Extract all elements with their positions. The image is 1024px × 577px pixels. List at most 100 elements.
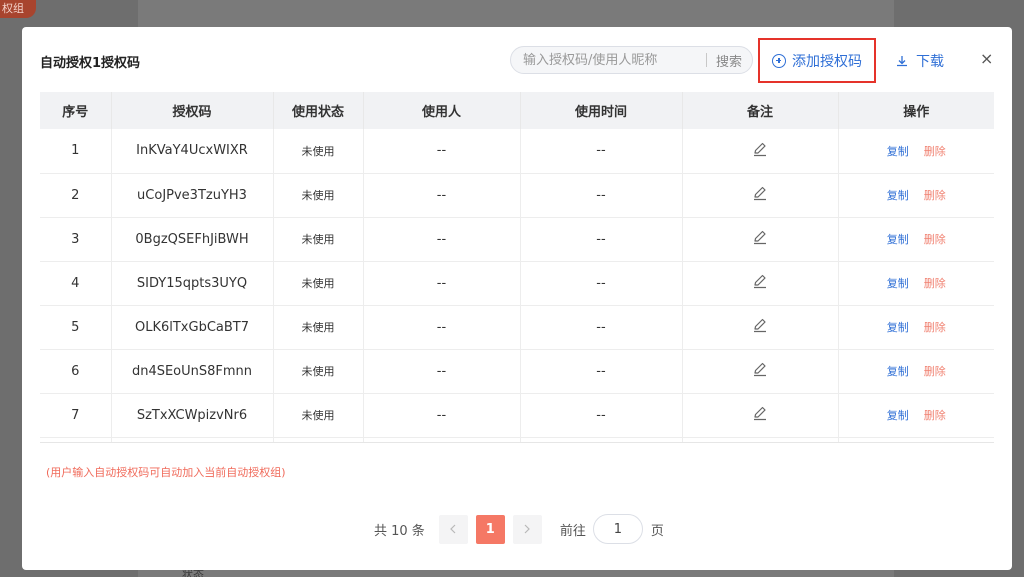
copy-button[interactable]: 复制 (887, 321, 909, 334)
table-row: 7 SzTxXCWpizvNr6 未使用 -- -- 复制 删除 (40, 393, 994, 438)
goto-label: 前往 (559, 523, 586, 539)
cell-code: 0BgzQSEFhJiBWH (111, 217, 274, 262)
page-number-current[interactable]: 1 (475, 514, 505, 544)
search-box: 搜索 (510, 46, 753, 74)
download-icon (897, 56, 907, 67)
copy-button[interactable]: 复制 (887, 233, 909, 246)
add-auth-code-label: 添加授权码 (792, 53, 862, 70)
delete-button[interactable]: 删除 (924, 233, 946, 246)
cell-actions: 复制 删除 (838, 129, 994, 174)
cell-status: 未使用 (273, 173, 364, 218)
cell-actions: 复制 删除 (838, 305, 994, 350)
cell-time: -- (520, 173, 683, 218)
table-row: 6 dn4SEoUnS8Fmnn 未使用 -- -- 复制 删除 (40, 349, 994, 394)
table-row: 5 OLK6lTxGbCaBT7 未使用 -- -- 复制 删除 (40, 305, 994, 350)
cell-status: 未使用 (273, 217, 364, 262)
auth-code-table: 序号 授权码 使用状态 使用人 使用时间 备注 操作 1 InKVaY4UcxWI… (40, 92, 994, 443)
plus-circle-icon (772, 53, 786, 68)
add-auth-code-button[interactable]: 添加授权码 (758, 38, 876, 83)
cell-user: -- (363, 261, 521, 306)
cell-index: 6 (40, 349, 112, 394)
cell-actions: 复制 删除 (838, 393, 994, 438)
table-row: 1 InKVaY4UcxWIXR 未使用 -- -- 复制 删除 (40, 129, 994, 174)
cell-actions: 复制 删除 (838, 349, 994, 394)
cell-code: uCoJPve3TzuYH3 (111, 173, 274, 218)
copy-button[interactable]: 复制 (887, 145, 909, 158)
column-header-actions: 操作 (838, 92, 994, 129)
cell-code: SzTxXCWpizvNr6 (111, 393, 274, 438)
column-header-index: 序号 (40, 92, 112, 129)
cell-index: 1 (40, 129, 112, 174)
delete-button[interactable]: 删除 (924, 189, 946, 202)
delete-button[interactable]: 删除 (924, 321, 946, 334)
cell-code: InKVaY4UcxWIXR (111, 129, 274, 174)
column-header-status: 使用状态 (273, 92, 364, 129)
cell-remark (682, 393, 839, 438)
edit-icon[interactable] (752, 273, 768, 293)
search-input[interactable] (511, 47, 706, 73)
cell-status: 未使用 (273, 393, 364, 438)
table-header-row: 序号 授权码 使用状态 使用人 使用时间 备注 操作 (40, 92, 994, 129)
cell-user: -- (363, 393, 521, 438)
table-row: 3 0BgzQSEFhJiBWH 未使用 -- -- 复制 删除 (40, 217, 994, 262)
cell-time: -- (520, 393, 683, 438)
chevron-left-icon (450, 524, 456, 534)
cell-status: 未使用 (273, 349, 364, 394)
download-button[interactable]: 下载 (896, 51, 944, 71)
column-header-remark: 备注 (682, 92, 839, 129)
cell-code: dn4SEoUnS8Fmnn (111, 349, 274, 394)
edit-icon[interactable] (752, 229, 768, 249)
hint-text: (用户输入自动授权码可自动加入当前自动授权组) (46, 466, 286, 479)
copy-button[interactable]: 复制 (887, 365, 909, 378)
next-page-button[interactable] (512, 514, 542, 544)
cell-remark (682, 217, 839, 262)
delete-button[interactable]: 删除 (924, 277, 946, 290)
search-button[interactable]: 搜索 (707, 51, 752, 70)
total-count: 共 10 条 (374, 523, 425, 539)
edit-icon[interactable] (752, 141, 768, 161)
cell-index: 2 (40, 173, 112, 218)
edit-icon[interactable] (752, 361, 768, 381)
delete-button[interactable]: 删除 (924, 409, 946, 422)
cell-index: 4 (40, 261, 112, 306)
cell-actions: 复制 删除 (838, 217, 994, 262)
cell-time: -- (520, 129, 683, 174)
cell-code: OLK6lTxGbCaBT7 (111, 305, 274, 350)
copy-button[interactable]: 复制 (887, 409, 909, 422)
download-label: 下载 (916, 54, 944, 70)
cell-remark (682, 349, 839, 394)
cell-remark (682, 261, 839, 306)
prev-page-button[interactable] (438, 514, 468, 544)
cell-actions: 复制 删除 (838, 173, 994, 218)
cell-user: -- (363, 129, 521, 174)
cell-code: SIDY15qpts3UYQ (111, 261, 274, 306)
delete-button[interactable]: 删除 (924, 145, 946, 158)
cell-user: -- (363, 173, 521, 218)
cell-user: -- (363, 305, 521, 350)
chevron-right-icon (524, 524, 531, 534)
cell-status: 未使用 (273, 261, 364, 306)
cell-time: -- (520, 349, 683, 394)
background-badge: 权组 (0, 0, 36, 18)
dialog-title: 自动授权1授权码 (40, 56, 141, 71)
edit-icon[interactable] (752, 405, 768, 425)
cell-user: -- (363, 349, 521, 394)
cell-status: 未使用 (273, 305, 364, 350)
cell-time: -- (520, 261, 683, 306)
cell-time: -- (520, 305, 683, 350)
column-header-code: 授权码 (111, 92, 274, 129)
table-row: 2 uCoJPve3TzuYH3 未使用 -- -- 复制 删除 (40, 173, 994, 218)
edit-icon[interactable] (752, 317, 768, 337)
cell-index: 3 (40, 217, 112, 262)
page-suffix: 页 (650, 523, 664, 539)
table-row: 4 SIDY15qpts3UYQ 未使用 -- -- 复制 删除 (40, 261, 994, 306)
cell-index: 7 (40, 393, 112, 438)
cell-time: -- (520, 217, 683, 262)
cell-index: 5 (40, 305, 112, 350)
close-icon[interactable]: × (980, 49, 993, 68)
copy-button[interactable]: 复制 (887, 277, 909, 290)
edit-icon[interactable] (752, 185, 768, 205)
delete-button[interactable]: 删除 (924, 365, 946, 378)
goto-page-input[interactable] (592, 514, 643, 544)
copy-button[interactable]: 复制 (887, 189, 909, 202)
